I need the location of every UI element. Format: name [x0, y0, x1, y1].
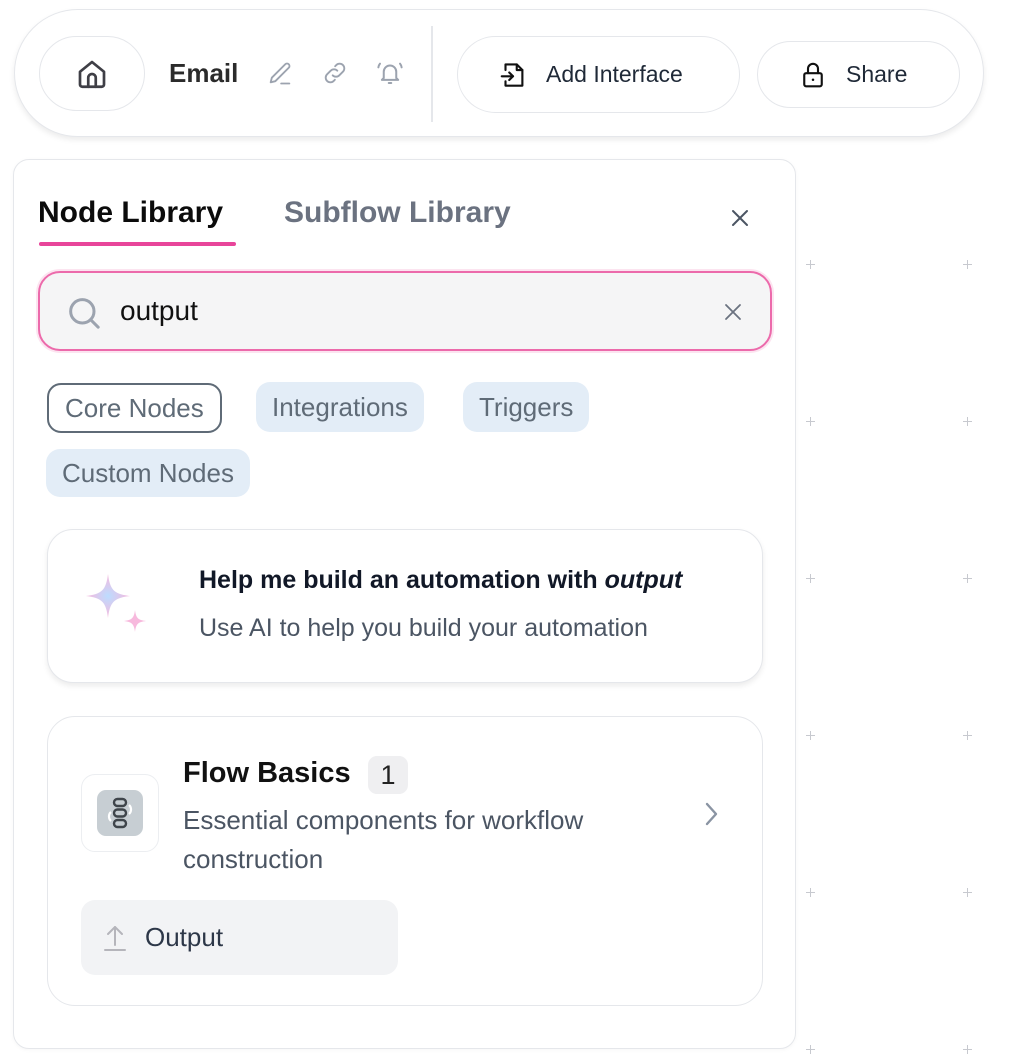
lock-icon	[803, 62, 823, 87]
copy-link-button[interactable]	[318, 56, 352, 90]
canvas-grid-marker	[963, 417, 972, 426]
filter-chip-triggers[interactable]: Triggers	[463, 382, 590, 432]
search-icon	[69, 298, 100, 329]
add-interface-button[interactable]: Add Interface	[457, 36, 740, 113]
search-input[interactable]	[120, 289, 700, 333]
filter-chip-integrations[interactable]: Integrations	[256, 382, 424, 432]
ai-suggestion-title: Help me build an automation with output	[199, 566, 682, 595]
filter-chip-core-nodes[interactable]: Core Nodes	[47, 383, 222, 433]
workflow-title[interactable]: Email	[169, 58, 238, 89]
canvas-grid-marker	[963, 731, 972, 740]
chevron-right-icon	[705, 802, 718, 826]
upload-arrow-icon	[104, 925, 126, 951]
canvas-grid-marker	[963, 888, 972, 897]
expand-category-button[interactable]	[696, 797, 726, 831]
ai-title-query: output	[604, 566, 683, 594]
file-import-icon	[500, 62, 524, 87]
notifications-button[interactable]	[373, 56, 407, 90]
search-field	[38, 271, 772, 351]
node-item-label: Output	[145, 922, 224, 952]
category-icon-box	[81, 774, 159, 852]
canvas-grid-marker	[963, 260, 972, 269]
category-title: Flow Basics	[183, 757, 351, 789]
canvas-grid-marker	[806, 888, 815, 897]
filter-chip-custom-nodes[interactable]: Custom Nodes	[46, 449, 250, 497]
ai-suggestion-card[interactable]: Help me build an automation with output …	[47, 529, 763, 683]
clear-search-button[interactable]	[716, 295, 750, 329]
pencil-icon	[269, 62, 291, 85]
node-library-panel: Node Library Subflow Library Core Nodes …	[13, 159, 796, 1049]
tab-node-library[interactable]: Node Library	[38, 196, 223, 230]
canvas-grid-marker	[806, 731, 815, 740]
clear-icon	[725, 304, 741, 320]
canvas-grid-marker	[806, 417, 815, 426]
share-button[interactable]: Share	[757, 41, 960, 108]
flow-chain-icon	[107, 797, 133, 829]
node-item-output[interactable]: Output	[81, 900, 398, 975]
top-toolbar: Email Add Interface Share	[14, 9, 984, 137]
ai-suggestion-subtitle: Use AI to help you build your automation	[199, 614, 648, 642]
toolbar-divider	[431, 26, 433, 122]
ai-title-prefix: Help me build an automation with	[199, 566, 605, 594]
tab-subflow-library[interactable]: Subflow Library	[284, 196, 511, 230]
canvas-grid-marker	[963, 574, 972, 583]
canvas-grid-marker	[963, 1045, 972, 1054]
home-button[interactable]	[39, 36, 145, 111]
add-interface-label: Add Interface	[546, 61, 683, 87]
home-icon	[78, 60, 106, 88]
sparkle-icon	[86, 574, 146, 632]
category-description: Essential components for workflow constr…	[183, 805, 584, 874]
edit-title-button[interactable]	[263, 56, 297, 90]
bell-ringing-icon	[377, 62, 403, 84]
share-label: Share	[846, 61, 908, 87]
category-card-flow-basics: Flow Basics 1 Essential components for w…	[47, 716, 763, 1006]
canvas-grid-marker	[806, 1045, 815, 1054]
link-icon	[324, 62, 346, 84]
close-panel-button[interactable]	[722, 200, 758, 236]
category-count-badge: 1	[368, 756, 408, 794]
active-tab-indicator	[39, 242, 236, 246]
canvas-grid-marker	[806, 574, 815, 583]
canvas-grid-marker	[806, 260, 815, 269]
close-icon	[732, 210, 748, 226]
